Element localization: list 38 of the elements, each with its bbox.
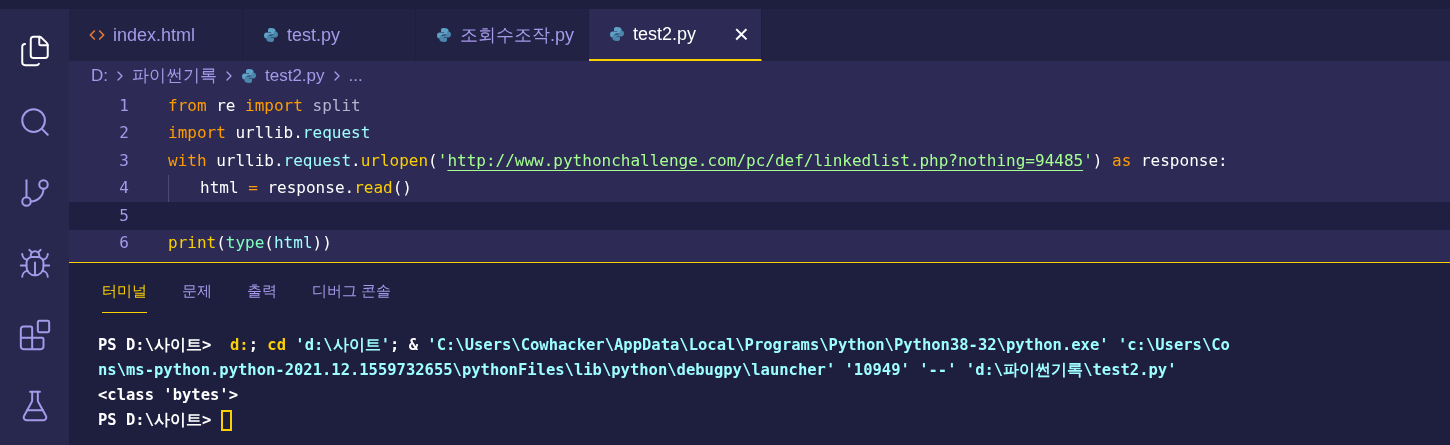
code-text: print(type(html)): [168, 232, 332, 255]
terminal-line: ns\ms-python.python-2021.12.1559732655\pythonFiles\lib\python\debugpy\launcher' '10949' '--' 'd:\파이썬기록\test2.py': [98, 359, 1177, 381]
line-number: 2: [118, 122, 129, 145]
editor-tab[interactable]: test.py: [243, 9, 416, 61]
panel-tab[interactable]: 출력: [247, 280, 277, 313]
breadcrumb-item[interactable]: D:: [91, 62, 108, 89]
python-icon: [436, 27, 452, 43]
code-text: with urllib.request.urlopen('http://www.pythonchallenge.com/pc/def/linkedlist.php?nothing=94485') as response:: [168, 149, 1228, 172]
tab-label: test2.py: [633, 22, 697, 46]
line-number: 3: [118, 149, 129, 172]
terminal-line: PS D:\사이트> d:; cd 'd:\사이트'; & 'C:\Users\Cowhacker\AppData\Local\Programs\Python\Python38-32\python.exe' 'c:\Users\Co: [98, 334, 1230, 356]
code-text: from re import split: [168, 94, 361, 117]
line-number: 1: [118, 94, 129, 117]
line-number: 5: [118, 204, 129, 227]
code-text: import urllib.request: [168, 122, 371, 145]
python-icon: [609, 26, 625, 42]
terminal-line: <class 'bytes'>: [98, 384, 238, 406]
line-number: 6: [118, 232, 129, 255]
breadcrumb-item[interactable]: test2.py: [241, 62, 325, 89]
breadcrumb-item[interactable]: 파이썬기록: [132, 62, 217, 89]
breadcrumb-item[interactable]: ...: [348, 62, 363, 89]
editor-tab[interactable]: index.html: [69, 9, 243, 61]
python-icon: [263, 27, 279, 43]
code-icon: [89, 27, 105, 43]
python-icon: [241, 67, 257, 84]
panel-tab[interactable]: 디버그 콘솔: [312, 280, 392, 313]
tab-label: 조회수조작.py: [460, 23, 574, 47]
tab-label: test.py: [287, 23, 341, 47]
run-debug-icon[interactable]: [17, 247, 52, 281]
panel-tab[interactable]: 문제: [182, 280, 212, 313]
editor-tab[interactable]: test2.py ×: [589, 9, 762, 61]
tab-label: index.html: [113, 23, 196, 47]
terminal-line: PS D:\사이트>: [98, 409, 213, 431]
line-number: 4: [118, 177, 129, 200]
close-button[interactable]: ×: [733, 21, 749, 47]
code-text: html = response.read(): [200, 177, 412, 200]
extensions-icon[interactable]: [17, 318, 52, 352]
panel-tab[interactable]: 터미널: [102, 280, 147, 313]
